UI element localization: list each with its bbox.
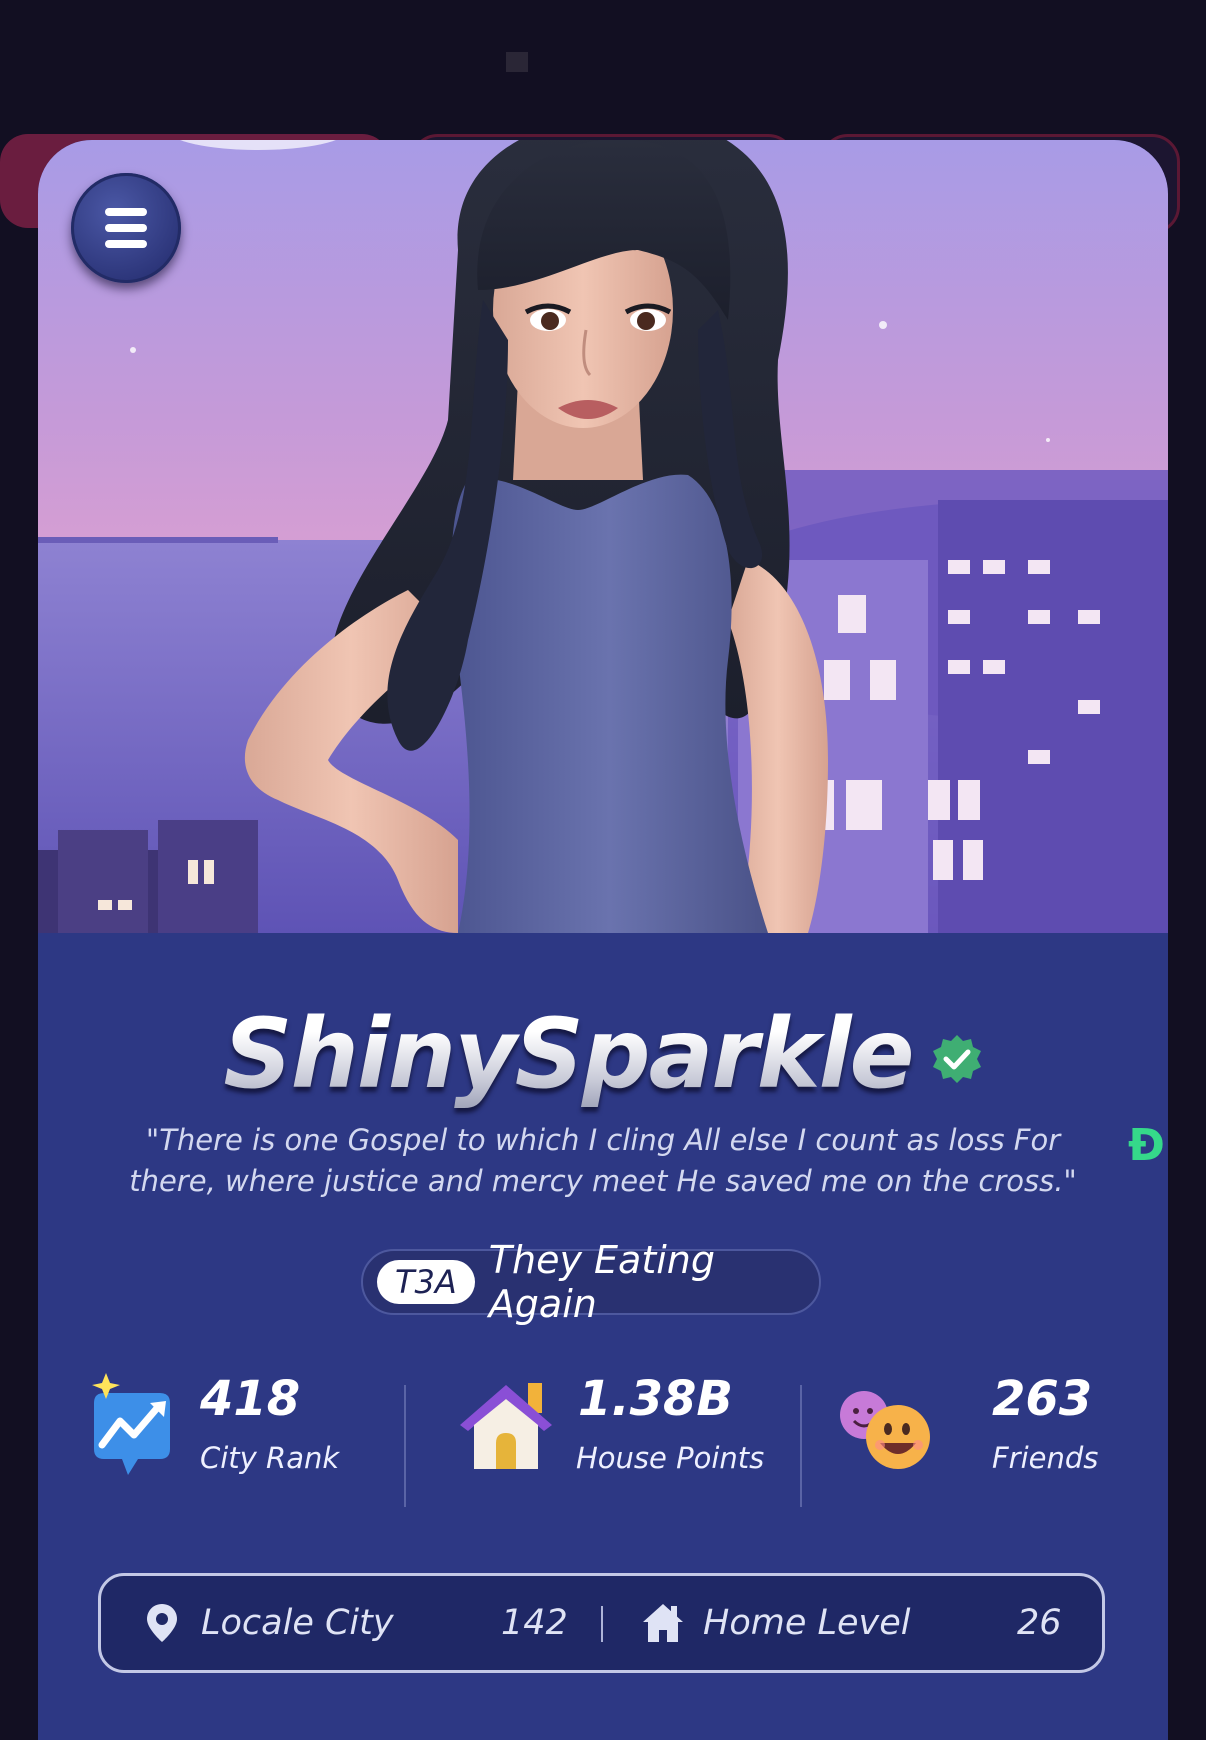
location-divider xyxy=(601,1606,603,1642)
username: ShinySparkle xyxy=(223,998,914,1110)
home-level-item[interactable]: Home Level xyxy=(643,1576,911,1670)
home-level-value: 26 xyxy=(1017,1603,1062,1643)
location-pin-icon xyxy=(147,1604,177,1642)
stat-value: 418 xyxy=(200,1371,301,1427)
profile-info: ShinySparkle "There is one Gospel to whi… xyxy=(38,933,1168,1740)
locale-city-value: 142 xyxy=(501,1603,568,1643)
house-icon xyxy=(460,1383,552,1469)
profile-card: ShinySparkle "There is one Gospel to whi… xyxy=(38,140,1168,1740)
stat-divider xyxy=(404,1385,406,1507)
stat-friends[interactable]: 263 Friends xyxy=(836,1371,1136,1503)
location-bar: Locale City 142 Home Level 26 xyxy=(98,1573,1105,1673)
currency-glyph: Đ xyxy=(1128,1120,1165,1171)
city-rank-chart-icon xyxy=(92,1373,170,1475)
smiley-faces-icon xyxy=(840,1391,930,1469)
background-glyph xyxy=(506,52,528,72)
crew-badge[interactable]: T3A They Eating Again xyxy=(361,1238,821,1326)
stat-label: House Points xyxy=(576,1441,765,1475)
stat-label: City Rank xyxy=(200,1441,340,1475)
stat-house-points[interactable]: 1.38B House Points xyxy=(456,1371,786,1503)
crew-tag: T3A xyxy=(377,1260,475,1304)
stat-label: Friends xyxy=(992,1441,1099,1475)
home-icon xyxy=(643,1604,683,1642)
avatar-hero-image xyxy=(38,140,1168,933)
stat-value: 1.38B xyxy=(578,1371,734,1427)
menu-button[interactable] xyxy=(71,173,181,283)
hamburger-icon xyxy=(105,208,147,248)
username-row: ShinySparkle xyxy=(38,998,1168,1110)
crew-name: They Eating Again xyxy=(488,1238,715,1326)
stat-value: 263 xyxy=(992,1371,1093,1427)
stat-divider xyxy=(800,1385,802,1507)
profile-bio: "There is one Gospel to which I cling Al… xyxy=(129,1123,1077,1198)
verified-badge-icon xyxy=(932,1035,981,1083)
locale-city-item[interactable]: Locale City xyxy=(147,1576,394,1670)
home-level-label: Home Level xyxy=(703,1603,911,1643)
locale-city-label: Locale City xyxy=(201,1603,394,1643)
stat-city-rank[interactable]: 418 City Rank xyxy=(86,1371,386,1503)
stats-row: 418 City Rank 1.38B House Points 263 Fri… xyxy=(38,1371,1168,1507)
